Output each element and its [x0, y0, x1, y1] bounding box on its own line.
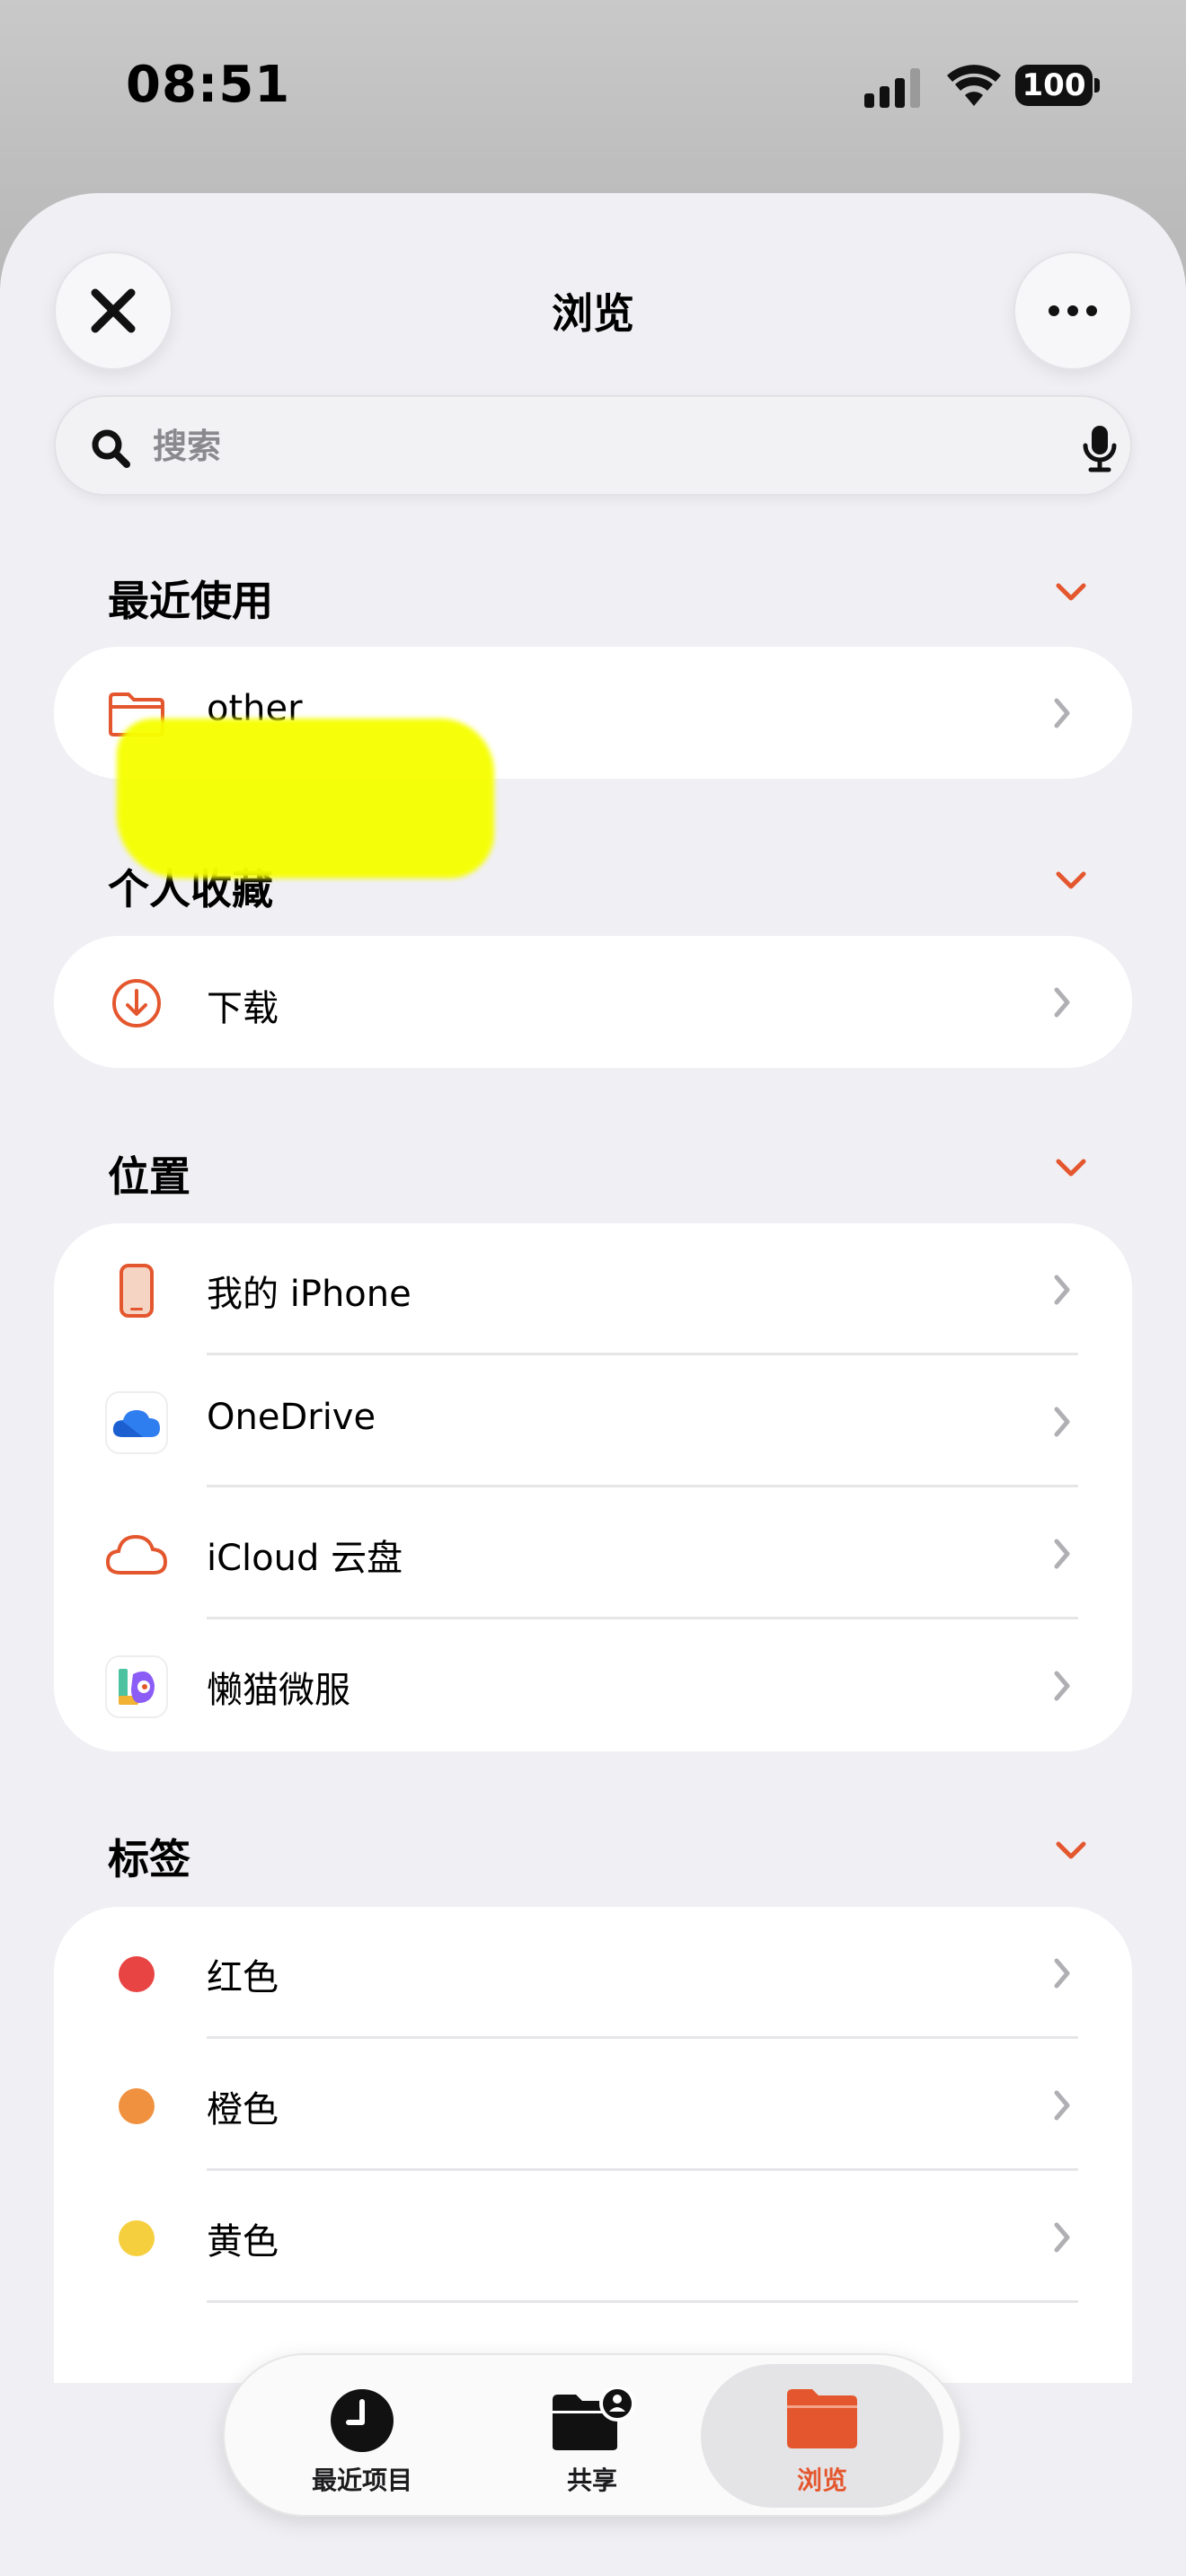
item-label: 懒猫微服	[207, 1670, 350, 1711]
status-bar: 08:51 100	[0, 0, 1186, 180]
item-label: 我的 iPhone	[207, 1274, 412, 1315]
clock-icon	[331, 2389, 394, 2452]
chevron-down-icon[interactable]	[1055, 869, 1087, 891]
list-item-my-iphone[interactable]: 我的 iPhone	[54, 1223, 1132, 1355]
lazycat-app-icon	[105, 1655, 168, 1718]
item-label: iCloud 云盘	[207, 1538, 403, 1579]
more-button[interactable]	[1013, 251, 1132, 370]
item-label: 红色	[207, 1957, 279, 1998]
section-header-recent[interactable]: 最近使用	[108, 563, 1087, 626]
iphone-icon	[105, 1259, 168, 1322]
orange-tag-dot-icon	[105, 2075, 168, 2138]
list-item-tag-yellow[interactable]: 黄色	[54, 2171, 1132, 2303]
section-title-locations: 位置	[108, 1152, 190, 1201]
tab-bar: 最近项目 共享 浏览	[223, 2353, 961, 2517]
tags-card: 红色 橙色 黄色	[54, 1907, 1132, 2383]
tab-label: 浏览	[796, 2466, 847, 2495]
yellow-tag-dot-icon	[105, 2207, 168, 2270]
list-item-tag-orange[interactable]: 橙色	[54, 2039, 1132, 2171]
item-label: 黄色	[207, 2221, 279, 2263]
tab-browse[interactable]: 浏览	[701, 2364, 943, 2508]
tab-recents[interactable]: 最近项目	[241, 2355, 483, 2515]
downloads-label-overlay: 下载	[207, 988, 279, 1029]
section-title-tags: 标签	[108, 1835, 190, 1883]
wifi-icon	[947, 65, 1001, 106]
search-bar[interactable]	[54, 395, 1132, 496]
search-icon	[92, 429, 130, 468]
list-item-onedrive[interactable]: OneDrive	[54, 1355, 1132, 1487]
locations-card: 我的 iPhone OneDrive iCloud 云盘 懒猫微服	[54, 1223, 1132, 1751]
chevron-right-icon	[1054, 2090, 1070, 2121]
list-item-tag-red[interactable]: 红色	[54, 1907, 1132, 2039]
download-icon	[105, 972, 168, 1035]
chevron-right-icon	[1054, 1671, 1070, 1701]
cloud-icon	[105, 1523, 168, 1586]
item-label: OneDrive	[207, 1397, 376, 1438]
chevron-right-icon	[1054, 2222, 1070, 2253]
chevron-right-icon	[1054, 1275, 1070, 1305]
section-header-tags[interactable]: 标签	[108, 1822, 1087, 1884]
onedrive-icon	[105, 1391, 168, 1454]
chevron-right-icon	[1054, 1539, 1070, 1569]
shared-folder-icon	[553, 2387, 635, 2450]
tab-label: 共享	[566, 2466, 617, 2495]
list-item-lazycat[interactable]: 懒猫微服	[54, 1619, 1132, 1751]
page-title: 浏览	[552, 289, 634, 338]
red-tag-dot-icon	[105, 1943, 168, 2006]
microphone-icon[interactable]	[1082, 424, 1118, 472]
highlight-mark	[117, 719, 494, 878]
cellular-signal-icon	[864, 68, 920, 108]
section-header-locations[interactable]: 位置	[108, 1139, 1087, 1202]
item-label: 橙色	[207, 2089, 279, 2130]
battery-icon: 100	[1015, 65, 1102, 108]
chevron-right-icon	[1054, 1958, 1070, 1989]
chevron-right-icon	[1054, 987, 1070, 1018]
chevron-right-icon	[1054, 1407, 1070, 1437]
search-input[interactable]	[153, 417, 961, 476]
tab-label: 最近项目	[311, 2466, 412, 2495]
status-time: 08:51	[126, 56, 291, 114]
browse-sheet: 浏览 最近使用 other 个人收藏	[0, 193, 1186, 2576]
list-item-icloud[interactable]: iCloud 云盘	[54, 1487, 1132, 1619]
chevron-down-icon[interactable]	[1055, 1157, 1087, 1178]
chevron-down-icon[interactable]	[1055, 1839, 1087, 1861]
battery-level: 100	[1015, 65, 1093, 106]
tab-shared[interactable]: 共享	[471, 2355, 713, 2515]
folder-icon	[787, 2389, 857, 2448]
chevron-right-icon	[1054, 698, 1070, 728]
section-title-recent: 最近使用	[108, 577, 273, 625]
chevron-down-icon[interactable]	[1055, 581, 1087, 603]
ellipsis-icon	[1049, 305, 1097, 316]
